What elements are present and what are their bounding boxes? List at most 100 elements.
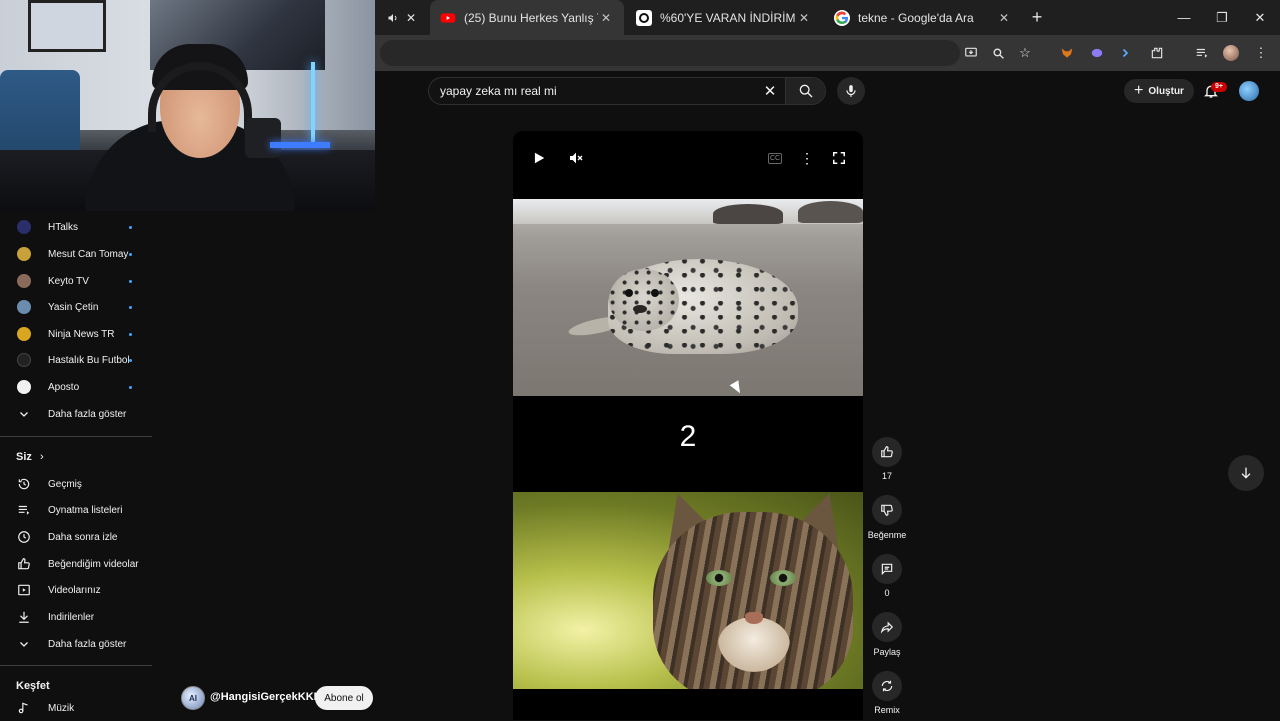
address-bar[interactable]	[380, 40, 960, 66]
download-icon	[0, 610, 48, 624]
sidebar-item-label: Ninja News TR	[48, 328, 115, 340]
like-button[interactable]	[872, 437, 902, 467]
comment-icon	[881, 563, 893, 576]
thumbs-up-icon	[881, 446, 893, 458]
share-icon	[880, 621, 894, 634]
new-content-dot	[129, 225, 132, 229]
channel-avatar[interactable]: AI	[181, 686, 205, 710]
dislike-label: Beğenme	[867, 530, 907, 540]
playlist-icon	[0, 503, 48, 517]
bookmark-star-icon[interactable]: ☆	[1015, 43, 1035, 63]
play-button[interactable]	[529, 148, 549, 168]
chevron-right-icon: ›	[39, 451, 44, 463]
next-short-button[interactable]	[1228, 455, 1264, 491]
extensions-puzzle-icon[interactable]	[1147, 43, 1167, 63]
close-icon[interactable]: ✕	[996, 11, 1012, 25]
clear-search-icon[interactable]: ✕	[755, 82, 785, 100]
sidebar-item-label: Müzik	[48, 702, 75, 714]
profile-avatar-icon[interactable]	[1221, 43, 1241, 63]
sidebar-item-aposto[interactable]: Aposto	[0, 374, 152, 400]
sidebar-item-liked-videos[interactable]: Beğendiğim videolar	[0, 551, 152, 577]
new-content-dot	[129, 385, 132, 389]
extension-fox-icon[interactable]	[1057, 43, 1077, 63]
microphone-icon	[846, 85, 856, 97]
create-button[interactable]: + Oluştur	[1124, 79, 1194, 103]
tab-audio-icon[interactable]	[383, 8, 403, 28]
account-avatar[interactable]	[1239, 81, 1259, 101]
sidebar-item-label: Yasin Çetin	[48, 301, 99, 313]
chevron-down-icon	[0, 638, 48, 650]
zoom-icon[interactable]	[988, 43, 1008, 63]
new-content-dot	[129, 279, 132, 283]
subscribe-button[interactable]: Abone ol	[315, 686, 373, 710]
more-options-button[interactable]: ⋮	[797, 148, 817, 168]
sidebar-item-label: Aposto	[48, 381, 80, 393]
voice-search-button[interactable]	[837, 77, 865, 105]
chrome-menu-icon[interactable]: ⋮	[1251, 43, 1271, 63]
you-section-heading[interactable]: Siz ›	[16, 451, 44, 463]
image-rock	[713, 204, 783, 224]
sidebar-item-playlists[interactable]: Oynatma listeleri	[0, 497, 152, 523]
channel-avatar	[17, 247, 31, 261]
search-input[interactable]: yapay zeka mı real mi	[429, 84, 755, 98]
dislike-button[interactable]	[872, 495, 902, 525]
fullscreen-button[interactable]	[829, 148, 849, 168]
sidebar-item-your-videos[interactable]: Videolarınız	[0, 577, 152, 603]
tab-title: %60'YE VARAN İNDİRİM	[660, 10, 796, 25]
sidebar-item-hastalik-bu-futbol[interactable]: Hastalık Bu Futbol	[0, 347, 152, 373]
sidebar-item-label: İndirilenler	[48, 611, 95, 623]
tab-discount[interactable]: %60'YE VARAN İNDİRİM ✕	[626, 0, 822, 35]
webcam-overlay	[0, 0, 375, 211]
channel-avatar	[17, 353, 31, 367]
sidebar-show-more[interactable]: Daha fazla göster	[0, 631, 152, 657]
close-icon[interactable]: ✕	[796, 11, 812, 25]
window-close-button[interactable]: ✕	[1241, 0, 1279, 35]
sidebar-item-history[interactable]: Geçmiş	[0, 471, 152, 497]
webcam-microphone	[245, 118, 281, 158]
sidebar-item-htalks[interactable]: HTalks	[0, 214, 152, 240]
share-button[interactable]	[872, 612, 902, 642]
media-control-icon[interactable]	[1192, 43, 1212, 63]
sidebar-item-yasin-cetin[interactable]: Yasin Çetin	[0, 294, 152, 320]
minimize-button[interactable]: —	[1165, 0, 1203, 35]
captions-button[interactable]: CC	[765, 148, 785, 168]
cat-eye	[770, 570, 796, 586]
chevron-down-icon	[0, 408, 48, 420]
tab-youtube[interactable]: (25) Bunu Herkes Yanlış Tahmin ✕	[430, 0, 624, 35]
sidebar-item-label: Hastalık Bu Futbol	[48, 354, 129, 366]
tab-google[interactable]: tekne - Google'da Ara ✕	[824, 0, 1022, 35]
seal-head	[609, 269, 679, 331]
new-tab-button[interactable]: +	[1027, 7, 1047, 27]
sidebar-item-mesut-can-tomay[interactable]: Mesut Can Tomay	[0, 241, 152, 267]
sidebar-show-more[interactable]: Daha fazla göster	[0, 401, 152, 427]
close-icon[interactable]: ✕	[598, 11, 614, 25]
sidebar-item-label: Oynatma listeleri	[48, 504, 123, 516]
like-count: 17	[881, 471, 892, 481]
new-content-dot	[129, 305, 132, 309]
play-icon	[534, 152, 545, 164]
sidebar-divider	[0, 665, 152, 666]
sidebar-item-music[interactable]: Müzik	[0, 695, 152, 721]
sidebar-item-ninja-news-tr[interactable]: Ninja News TR	[0, 321, 152, 347]
create-label: Oluştur	[1148, 85, 1184, 97]
comments-button[interactable]	[872, 554, 902, 584]
tab-close-icon[interactable]: ✕	[401, 8, 421, 28]
maximize-button[interactable]: ❐	[1203, 0, 1241, 35]
mute-button[interactable]	[566, 148, 586, 168]
remix-button[interactable]	[872, 671, 902, 701]
history-icon	[0, 477, 48, 491]
sidebar-item-downloads[interactable]: İndirilenler	[0, 604, 152, 630]
install-app-icon[interactable]	[961, 43, 981, 63]
tab-title: tekne - Google'da Ara	[858, 10, 974, 25]
sidebar-item-watch-later[interactable]: Daha sonra izle	[0, 524, 152, 550]
expand-icon	[833, 152, 845, 164]
extension-ghost-icon[interactable]	[1087, 43, 1107, 63]
channel-name[interactable]: @HangisiGerçekKKK	[210, 691, 322, 703]
search-button[interactable]	[785, 78, 825, 104]
seal-nose	[633, 305, 647, 313]
seal-image	[513, 199, 863, 396]
sidebar-item-keyto-tv[interactable]: Keyto TV	[0, 268, 152, 294]
extension-translate-icon[interactable]	[1117, 43, 1137, 63]
sidebar-item-label: Daha sonra izle	[48, 531, 118, 543]
you-heading-label: Siz	[16, 451, 32, 463]
